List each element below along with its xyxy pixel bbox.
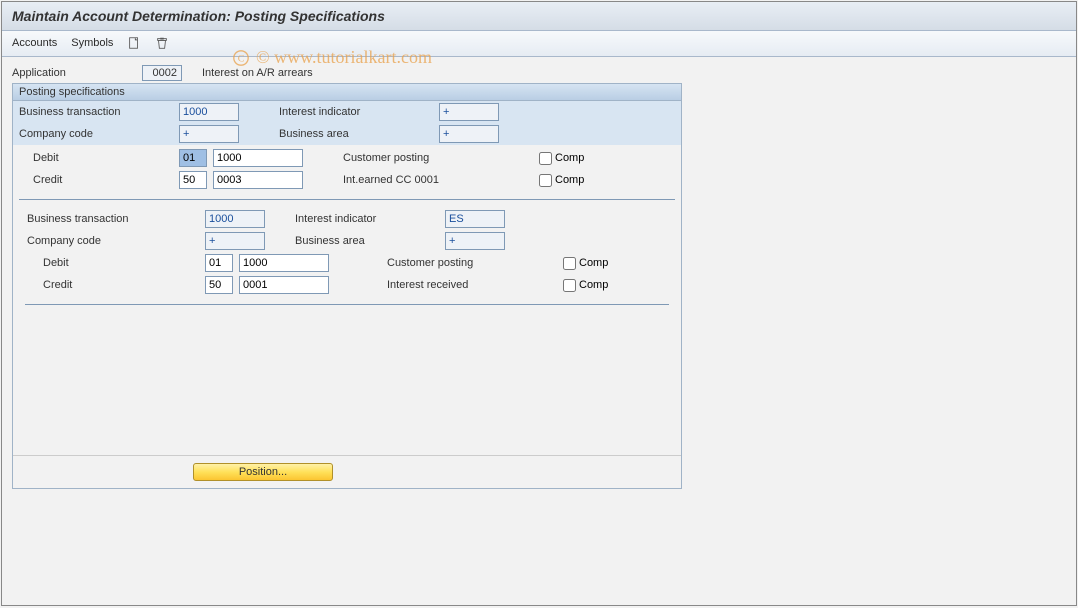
debit-comp-1[interactable]: Comp [539, 152, 584, 165]
company-code-input-2[interactable] [205, 232, 265, 250]
business-area-label: Business area [279, 128, 439, 140]
divider-2 [25, 304, 669, 305]
interest-indicator-label-2: Interest indicator [295, 213, 445, 225]
credit-comp-checkbox-2[interactable] [563, 279, 576, 292]
credit-comp-checkbox-1[interactable] [539, 174, 552, 187]
debit-comp-checkbox-1[interactable] [539, 152, 552, 165]
interest-indicator-label: Interest indicator [279, 106, 439, 118]
credit-account-symbol-1[interactable] [213, 171, 303, 189]
company-code-input-1[interactable] [179, 125, 239, 143]
credit-label: Credit [19, 174, 169, 186]
accounts-menu[interactable]: Accounts [12, 37, 57, 49]
credit-desc-2: Interest received [387, 279, 547, 291]
debit-label: Debit [19, 152, 169, 164]
company-code-label: Company code [19, 128, 179, 140]
page-title: Maintain Account Determination: Posting … [2, 2, 1076, 31]
application-desc: Interest on A/R arrears [202, 67, 313, 79]
application-label: Application [12, 67, 132, 79]
debit-account-symbol-1[interactable] [213, 149, 303, 167]
business-area-input-1[interactable] [439, 125, 499, 143]
debit-comp-2[interactable]: Comp [563, 257, 608, 270]
create-icon[interactable] [127, 36, 141, 50]
divider-1 [19, 199, 675, 200]
business-transaction-label: Business transaction [19, 106, 179, 118]
debit-label-2: Debit [25, 257, 205, 269]
debit-desc-2: Customer posting [387, 257, 547, 269]
business-transaction-input-2[interactable] [205, 210, 265, 228]
toolbar: Accounts Symbols [2, 31, 1076, 57]
credit-posting-key-1[interactable] [179, 171, 207, 189]
group-header: Posting specifications [13, 84, 681, 101]
credit-comp-2[interactable]: Comp [563, 279, 608, 292]
posting-specifications-group: Posting specifications Business transact… [12, 83, 682, 489]
footer-bar: Position... [13, 455, 681, 488]
company-code-label-2: Company code [25, 235, 205, 247]
credit-desc-1: Int.earned CC 0001 [343, 174, 523, 186]
credit-comp-1[interactable]: Comp [539, 174, 584, 187]
debit-desc-1: Customer posting [343, 152, 523, 164]
delete-icon[interactable] [155, 36, 169, 50]
business-transaction-label-2: Business transaction [25, 213, 205, 225]
application-row: Application 0002 Interest on A/R arrears [12, 65, 1066, 81]
debit-comp-checkbox-2[interactable] [563, 257, 576, 270]
business-transaction-input-1[interactable] [179, 103, 239, 121]
position-button[interactable]: Position... [193, 463, 333, 481]
interest-indicator-input-2[interactable] [445, 210, 505, 228]
credit-account-symbol-2[interactable] [239, 276, 329, 294]
application-code: 0002 [142, 65, 182, 81]
symbols-menu[interactable]: Symbols [71, 37, 113, 49]
debit-account-symbol-2[interactable] [239, 254, 329, 272]
business-area-input-2[interactable] [445, 232, 505, 250]
credit-label-2: Credit [25, 279, 205, 291]
business-area-label-2: Business area [295, 235, 445, 247]
debit-posting-key-2[interactable] [205, 254, 233, 272]
debit-posting-key-1[interactable] [179, 149, 207, 167]
credit-posting-key-2[interactable] [205, 276, 233, 294]
interest-indicator-input-1[interactable] [439, 103, 499, 121]
empty-area [13, 313, 681, 453]
